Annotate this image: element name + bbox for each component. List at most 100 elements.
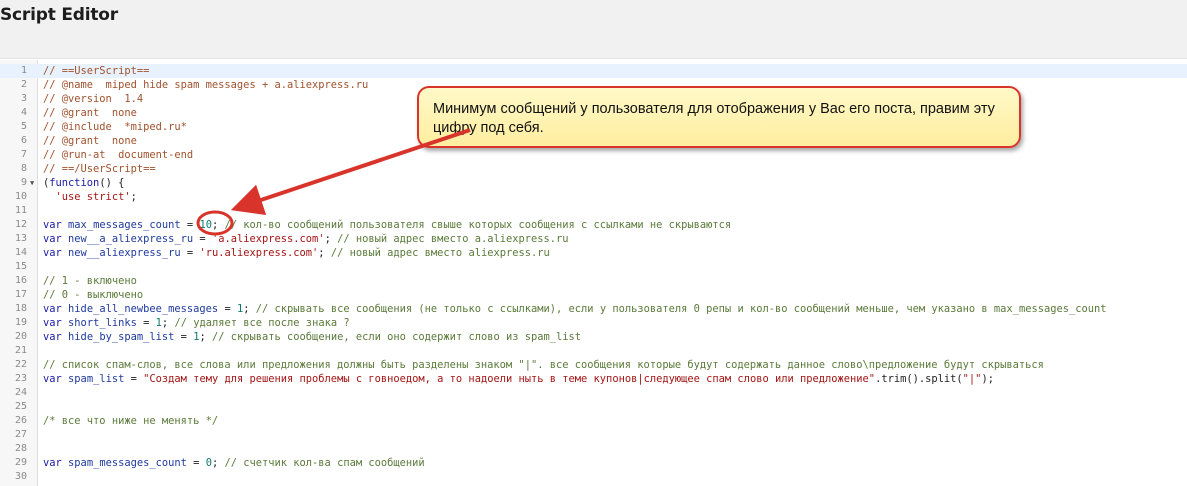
code-token: var bbox=[43, 457, 62, 469]
code-line[interactable]: 14 var new__aliexpress_ru = 'ru.aliexpres… bbox=[0, 246, 1187, 260]
line-number: 1 bbox=[20, 65, 27, 76]
line-number: 16 bbox=[14, 275, 27, 286]
code-line[interactable]: 7 // @run-at document-end bbox=[0, 148, 1187, 162]
line-number: 24 bbox=[14, 387, 27, 398]
line-number: 22 bbox=[14, 359, 27, 370]
line-number: 18 bbox=[14, 303, 27, 314]
line-number: 23 bbox=[14, 373, 27, 384]
code-token: hide_all_newbee_messages bbox=[68, 303, 219, 315]
code-token: spam_list bbox=[68, 373, 125, 385]
code-token: = bbox=[186, 457, 206, 469]
line-number: 9 bbox=[20, 177, 27, 188]
code-token: = bbox=[136, 317, 156, 329]
code-token: var bbox=[43, 373, 62, 385]
code-token: var bbox=[43, 219, 62, 231]
code-token: ; bbox=[243, 303, 256, 315]
code-line[interactable]: 18 var hide_all_newbee_messages = 1; // с… bbox=[0, 302, 1187, 316]
code-token: max_messages_count bbox=[68, 219, 181, 231]
line-number: 10 bbox=[14, 191, 27, 202]
code-token: // скрывать сообщение, если оно содержит… bbox=[211, 331, 582, 343]
code-line[interactable]: 30 bbox=[0, 470, 1187, 484]
code-token: ; bbox=[211, 219, 225, 231]
code-text: var hide_all_newbee_messages = 1; // скр… bbox=[43, 302, 1107, 316]
code-token: // 0 - выключено bbox=[43, 289, 144, 301]
line-number: 7 bbox=[20, 149, 27, 160]
code-text: // ==UserScript== bbox=[43, 64, 149, 78]
code-line[interactable]: 21 bbox=[0, 344, 1187, 358]
code-line[interactable]: 28 bbox=[0, 442, 1187, 456]
code-line[interactable]: 27 bbox=[0, 428, 1187, 442]
line-number: 21 bbox=[14, 345, 27, 356]
line-number: 11 bbox=[14, 205, 27, 216]
code-token: 'ru.aliexpress.com' bbox=[199, 247, 319, 259]
line-number: 8 bbox=[20, 163, 27, 174]
code-line[interactable]: 20 var hide_by_spam_list = 1; // скрывать… bbox=[0, 330, 1187, 344]
code-line[interactable]: 15 bbox=[0, 260, 1187, 274]
code-text: var new__a_aliexpress_ru = 'a.aliexpress… bbox=[43, 232, 569, 246]
line-number: 28 bbox=[14, 443, 27, 454]
code-line[interactable]: 13 var new__a_aliexpress_ru = 'a.aliexpre… bbox=[0, 232, 1187, 246]
code-token: // @name miped hide spam messages + a.al… bbox=[43, 79, 369, 91]
line-number: 13 bbox=[14, 233, 27, 244]
code-token: var bbox=[43, 247, 62, 259]
code-token: new__a_aliexpress_ru bbox=[68, 233, 194, 245]
code-text: 'use strict'; bbox=[43, 190, 137, 204]
code-text: // список спам-слов, все слова или предл… bbox=[43, 358, 1044, 372]
code-line[interactable]: 24 bbox=[0, 386, 1187, 400]
code-token: = bbox=[193, 233, 212, 245]
callout-text: Минимум сообщений у пользователя для ото… bbox=[433, 101, 995, 136]
code-token: = bbox=[218, 303, 237, 315]
code-token: ); bbox=[981, 373, 994, 385]
code-line[interactable]: 19 var short_links = 1; // удаляет все по… bbox=[0, 316, 1187, 330]
code-token: () { bbox=[99, 177, 125, 189]
code-line[interactable]: 10 'use strict'; bbox=[0, 190, 1187, 204]
line-number: 3 bbox=[20, 93, 27, 104]
code-token: ; bbox=[324, 233, 338, 245]
annotation-callout: Минимум сообщений у пользователя для ото… bbox=[417, 86, 1021, 148]
code-line[interactable]: 16 // 1 - включено bbox=[0, 274, 1187, 288]
code-line[interactable]: 29 var spam_messages_count = 0; // счетчи… bbox=[0, 456, 1187, 470]
code-line[interactable]: 11 bbox=[0, 204, 1187, 218]
code-line[interactable]: 22 // список спам-слов, все слова или пре… bbox=[0, 358, 1187, 372]
line-number: 30 bbox=[14, 471, 27, 482]
code-token: // скрывать все сообщения (не только с с… bbox=[255, 303, 1107, 315]
page-title: Script Editor bbox=[0, 5, 118, 25]
code-text: var max_messages_count = 10; // кол-во с… bbox=[43, 218, 731, 232]
code-line[interactable]: 1 // ==UserScript== bbox=[0, 64, 1187, 78]
code-line[interactable]: 12 var max_messages_count = 10; // кол-во… bbox=[0, 218, 1187, 232]
code-text: var new__aliexpress_ru = 'ru.aliexpress.… bbox=[43, 246, 550, 260]
code-line[interactable]: 26 /* все что ниже не менять */ bbox=[0, 414, 1187, 428]
code-line[interactable]: 8 // ==/UserScript== bbox=[0, 162, 1187, 176]
code-text: var spam_list = "Создам тему для решения… bbox=[43, 372, 994, 386]
line-number: 26 bbox=[14, 415, 27, 426]
code-line[interactable]: 25 bbox=[0, 400, 1187, 414]
code-token: // удаляет все после знака ? bbox=[174, 317, 350, 329]
code-token: // @grant none bbox=[43, 135, 137, 147]
line-number: 29 bbox=[14, 457, 27, 468]
code-token: ; bbox=[199, 331, 212, 343]
code-token: ; bbox=[318, 247, 331, 259]
fold-arrow-icon[interactable]: ▼ bbox=[30, 176, 34, 190]
code-token: // @run-at document-end bbox=[43, 149, 194, 161]
code-text: // 1 - включено bbox=[43, 274, 137, 288]
line-number: 15 bbox=[14, 261, 27, 272]
code-line[interactable]: 23 var spam_list = "Создам тему для решен… bbox=[0, 372, 1187, 386]
code-token: // список спам-слов, все слова или предл… bbox=[43, 359, 1044, 371]
code-line[interactable]: 9 ▼ (function() { bbox=[0, 176, 1187, 190]
code-token: // новый адрес вместо a.aliexpress.ru bbox=[337, 233, 569, 245]
code-text: var spam_messages_count = 0; // счетчик … bbox=[43, 456, 425, 470]
code-text: var hide_by_spam_list = 1; // скрывать с… bbox=[43, 330, 581, 344]
code-token: hide_by_spam_list bbox=[68, 331, 175, 343]
code-line[interactable]: 17 // 0 - выключено bbox=[0, 288, 1187, 302]
code-text: // @name miped hide spam messages + a.al… bbox=[43, 78, 368, 92]
code-token: ; bbox=[130, 191, 137, 203]
line-number: 19 bbox=[14, 317, 27, 328]
code-text: // ==/UserScript== bbox=[43, 162, 156, 176]
code-token: var bbox=[43, 317, 62, 329]
code-token: // ==UserScript== bbox=[43, 65, 150, 77]
line-number: 14 bbox=[14, 247, 27, 258]
code-token: 'use strict' bbox=[55, 191, 131, 203]
code-token: "|" bbox=[962, 373, 982, 385]
line-number: 2 bbox=[20, 79, 27, 90]
